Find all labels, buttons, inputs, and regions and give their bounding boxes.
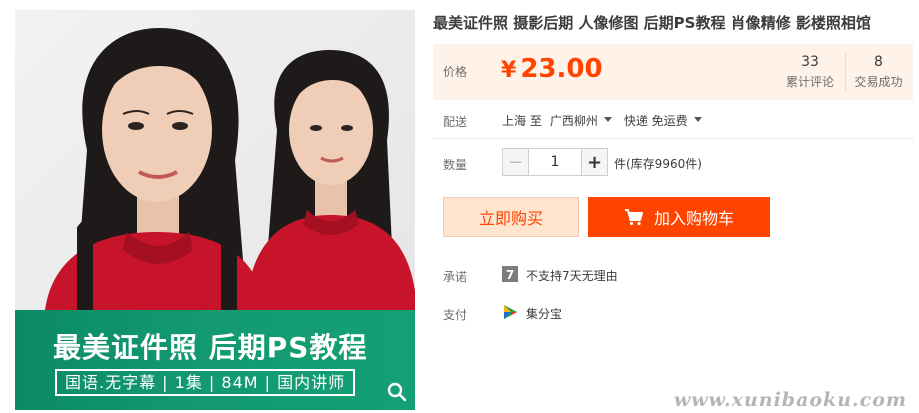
product-main-image[interactable]: 最美证件照 后期PS教程 国语.无字幕 | 1集 | 84M | 国内讲师 (15, 10, 415, 410)
price-label: 价格 (443, 65, 468, 79)
shopping-cart-icon (624, 209, 643, 226)
shipping-row: 上海 至广西柳州 快递 免运费 (502, 112, 714, 129)
shipping-method-select[interactable]: 快递 免运费 (624, 112, 714, 129)
banner-title: 最美证件照 后期PS教程 (53, 331, 368, 364)
price-amount: 23.00 (520, 54, 603, 84)
currency-symbol: ¥ (501, 58, 517, 83)
quantity-decrease-button[interactable]: − (503, 149, 529, 175)
promise-label: 承诺 (443, 270, 468, 284)
stock-info: 件(库存9960件) (614, 157, 702, 171)
quantity-input[interactable] (529, 149, 581, 175)
shipping-destination: 广西柳州 (549, 114, 598, 128)
reviews-count: 33 (801, 54, 819, 70)
price-value: ¥23.00 (501, 54, 603, 84)
add-to-cart-label: 加入购物车 (653, 209, 734, 228)
banner-subtitle: 国语.无字幕 | 1集 | 84M | 国内讲师 (55, 369, 356, 396)
watermark: www.xunibaoku.com (673, 389, 907, 411)
payment-label: 支付 (443, 308, 468, 322)
promise-text[interactable]: 不支持7天无理由 (526, 267, 618, 284)
shipping-label: 配送 (443, 115, 468, 129)
seven-days-icon-text: 7 (506, 268, 514, 282)
buy-now-button[interactable]: 立即购买 (443, 197, 579, 237)
quantity-stepper: − + (502, 148, 608, 176)
deals-label: 交易成功 (854, 75, 903, 89)
deals-count: 8 (874, 54, 883, 70)
shipping-destination-select[interactable]: 广西柳州 (550, 112, 624, 129)
search-icon[interactable] (385, 380, 409, 404)
quantity-label: 数量 (443, 158, 468, 172)
reviews-label: 累计评论 (785, 75, 834, 89)
shipping-method: 快递 免运费 (623, 114, 688, 128)
shipping-from: 上海 至 (502, 114, 542, 128)
chevron-down-icon (693, 117, 702, 122)
chevron-down-icon (603, 117, 612, 122)
reviews-stat[interactable]: 33 累计评论 (777, 53, 843, 91)
jifenbao-icon (504, 305, 517, 319)
quantity-increase-button[interactable]: + (581, 149, 607, 175)
deals-stat[interactable]: 8 交易成功 (845, 53, 911, 91)
payment-method[interactable]: 集分宝 (526, 305, 562, 322)
image-banner: 最美证件照 后期PS教程 国语.无字幕 | 1集 | 84M | 国内讲师 (15, 310, 415, 410)
add-to-cart-button[interactable]: 加入购物车 (588, 197, 770, 237)
seven-days-icon: 7 (502, 266, 518, 282)
divider (433, 138, 913, 139)
price-panel: 价格 ¥23.00 33 累计评论 8 交易成功 (433, 44, 913, 100)
product-title: 最美证件照 摄影后期 人像修图 后期PS教程 肖像精修 影楼照相馆 (433, 14, 871, 32)
